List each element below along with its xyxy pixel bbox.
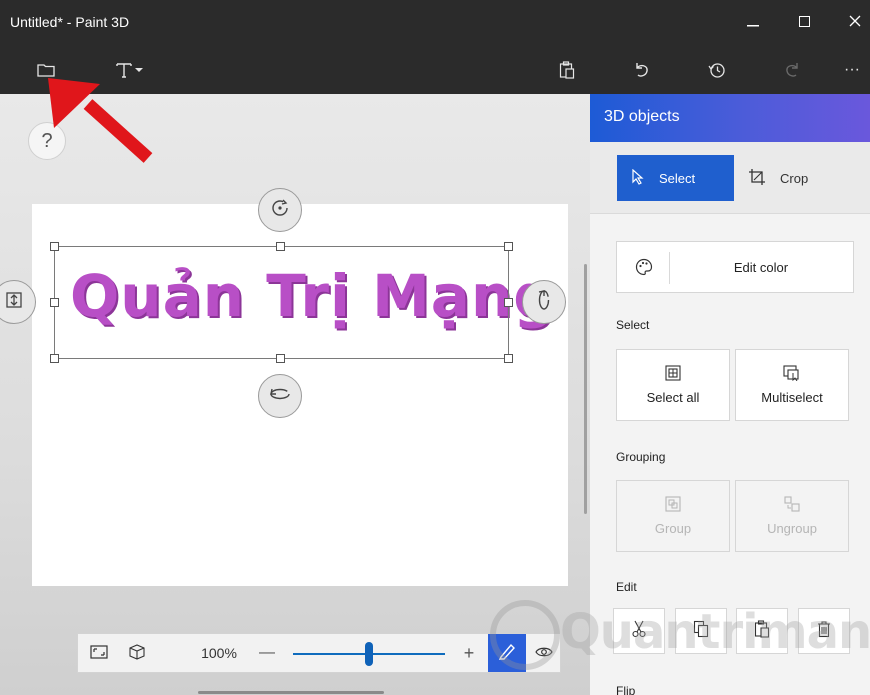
history-button[interactable]	[703, 54, 731, 86]
edit-color-button[interactable]: Edit color	[616, 241, 854, 293]
group-icon	[665, 496, 681, 515]
paste-icon	[559, 61, 575, 79]
redo-button[interactable]	[778, 54, 806, 86]
more-button[interactable]: ···	[838, 54, 866, 86]
rotate-vertical-icon	[535, 288, 553, 317]
horizontal-scrollbar[interactable]	[198, 691, 384, 694]
fit-to-screen-button[interactable]	[84, 634, 114, 672]
z-position-handle[interactable]	[0, 280, 36, 324]
selection-box[interactable]	[54, 246, 509, 359]
title-bar: Untitled* - Paint 3D	[0, 0, 870, 46]
edit-section-label: Edit	[616, 580, 637, 594]
vertical-scrollbar[interactable]	[584, 264, 587, 514]
resize-handle-top-right[interactable]	[504, 242, 513, 251]
select-tool-label: Select	[659, 170, 696, 186]
multiselect-label: Multiselect	[761, 390, 823, 405]
crop-tool-button[interactable]: Crop	[748, 155, 858, 201]
resize-handle-top[interactable]	[276, 242, 285, 251]
minimize-icon	[747, 14, 759, 31]
undo-button[interactable]	[628, 54, 656, 86]
resize-handle-bottom-right[interactable]	[504, 354, 513, 363]
rotate-icon	[269, 197, 291, 224]
crop-tool-label: Crop	[780, 170, 809, 186]
zoom-percentage: 100%	[201, 645, 237, 661]
resize-handle-left[interactable]	[50, 298, 59, 307]
resize-handle-bottom-left[interactable]	[50, 354, 59, 363]
ungroup-icon	[784, 496, 800, 515]
zoom-slider-thumb[interactable]	[365, 642, 373, 666]
grouping-section-label: Grouping	[616, 450, 666, 464]
watermark-text: Quantrimang	[560, 604, 870, 660]
select-tool-button[interactable]: Select	[617, 155, 734, 201]
canvas-area[interactable]: ? Quản Trị Mạng 100% — +	[0, 94, 590, 695]
edit-color-label: Edit color	[733, 260, 789, 275]
ungroup-label: Ungroup	[767, 521, 817, 536]
select-section-label: Select	[616, 318, 650, 332]
rotate-y-handle[interactable]	[522, 280, 566, 324]
group-label: Group	[654, 521, 692, 536]
3d-view-icon	[128, 643, 146, 663]
undo-icon	[633, 61, 651, 79]
watermark-logo	[490, 600, 560, 670]
multiselect-icon	[783, 365, 801, 384]
history-icon	[708, 61, 726, 79]
flip-section-label: Flip	[616, 684, 636, 695]
palette-icon	[635, 258, 653, 281]
3d-view-toggle-button[interactable]	[122, 634, 152, 672]
resize-handle-bottom[interactable]	[276, 354, 285, 363]
panel-header: 3D objects	[590, 94, 870, 142]
crop-icon	[748, 168, 766, 189]
zoom-out-button[interactable]: —	[254, 634, 280, 672]
close-button[interactable]	[832, 6, 870, 38]
maximize-button[interactable]	[781, 6, 827, 38]
view-zoom-bar: 100% — +	[77, 633, 561, 673]
close-icon	[849, 14, 861, 31]
select-crop-strip: Select Crop	[590, 142, 870, 214]
resize-handle-top-left[interactable]	[50, 242, 59, 251]
fit-screen-icon	[90, 644, 108, 662]
rotate-z-handle[interactable]	[258, 188, 302, 232]
zoom-in-button[interactable]: +	[456, 634, 482, 672]
cursor-icon	[631, 168, 645, 188]
maximize-icon	[798, 14, 810, 31]
rotate-horizontal-icon	[268, 385, 292, 408]
group-button[interactable]: Group	[616, 480, 730, 552]
resize-handle-right[interactable]	[504, 298, 513, 307]
select-all-label: Select all	[646, 390, 700, 405]
depth-icon	[5, 291, 23, 314]
annotation-arrow	[48, 78, 153, 163]
redo-icon	[783, 61, 801, 79]
more-icon: ···	[844, 61, 860, 78]
ungroup-button[interactable]: Ungroup	[735, 480, 849, 552]
window-title: Untitled* - Paint 3D	[10, 14, 130, 30]
rotate-x-handle[interactable]	[258, 374, 302, 418]
multiselect-button[interactable]: Multiselect	[735, 349, 849, 421]
select-all-icon	[665, 365, 681, 384]
minimize-button[interactable]	[730, 6, 776, 38]
app-window: Untitled* - Paint 3D ··· ? Quản Trị Mạng…	[0, 0, 870, 695]
paste-button[interactable]	[553, 54, 581, 86]
select-all-button[interactable]: Select all	[616, 349, 730, 421]
